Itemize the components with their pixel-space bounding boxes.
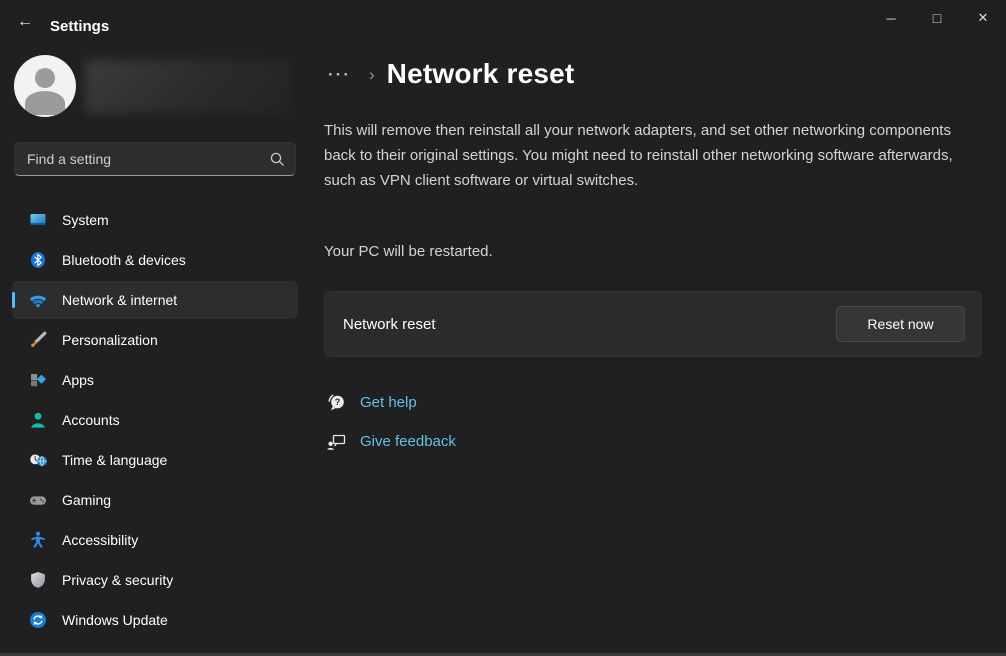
accounts-person-icon: [28, 410, 48, 430]
sidebar: System Bluetooth & devices Network & int…: [0, 44, 310, 653]
sidebar-item-accessibility[interactable]: Accessibility: [12, 520, 298, 560]
window-controls: ─ □ ✕: [868, 0, 1006, 36]
avatar[interactable]: [14, 55, 76, 117]
sidebar-item-label: Apps: [62, 372, 94, 388]
sidebar-item-label: Gaming: [62, 492, 111, 508]
search-icon: [269, 151, 285, 167]
sidebar-item-apps[interactable]: Apps: [12, 360, 298, 400]
sidebar-item-windows-update[interactable]: Windows Update: [12, 600, 298, 640]
back-button[interactable]: ←: [10, 8, 40, 36]
sidebar-item-gaming[interactable]: Gaming: [12, 480, 298, 520]
reset-now-button[interactable]: Reset now: [836, 306, 965, 342]
system-icon: [28, 210, 48, 230]
sidebar-item-system[interactable]: System: [12, 200, 298, 240]
main-content: ··· › Network reset This will remove the…: [310, 44, 1006, 653]
back-arrow-icon: ←: [17, 13, 33, 31]
user-name-redacted: [85, 60, 290, 113]
minimize-icon: ─: [886, 11, 895, 26]
breadcrumb-overflow-button[interactable]: ···: [324, 66, 355, 83]
network-reset-label: Network reset: [343, 316, 836, 333]
sidebar-item-bluetooth-devices[interactable]: Bluetooth & devices: [12, 240, 298, 280]
restart-note: Your PC will be restarted.: [324, 243, 493, 260]
get-help-label: Get help: [360, 394, 417, 411]
search-input[interactable]: [27, 151, 269, 167]
sidebar-item-label: Time & language: [62, 452, 167, 468]
time-language-icon: [28, 450, 48, 470]
apps-icon: [28, 370, 48, 390]
sidebar-item-label: Bluetooth & devices: [62, 252, 186, 268]
gaming-gamepad-icon: [28, 490, 48, 510]
app-title: Settings: [50, 18, 109, 35]
description-text: This will remove then reinstall all your…: [324, 118, 972, 193]
minimize-button[interactable]: ─: [868, 0, 914, 36]
svg-text:?: ?: [335, 397, 341, 407]
personalization-brush-icon: [28, 330, 48, 350]
network-wifi-icon: [28, 290, 48, 310]
close-button[interactable]: ✕: [960, 0, 1006, 36]
sidebar-item-label: System: [62, 212, 109, 228]
maximize-button[interactable]: □: [914, 0, 960, 36]
windows-update-icon: [28, 610, 48, 630]
bluetooth-icon: [28, 250, 48, 270]
sidebar-item-label: Privacy & security: [62, 572, 173, 588]
close-icon: ✕: [978, 10, 989, 26]
give-feedback-label: Give feedback: [360, 433, 456, 450]
avatar-torso: [25, 91, 65, 115]
sidebar-item-label: Accessibility: [62, 532, 138, 548]
network-reset-card: Network reset Reset now: [324, 291, 982, 357]
sidebar-item-time-language[interactable]: Time & language: [12, 440, 298, 480]
page-title: Network reset: [387, 58, 575, 90]
sidebar-nav: System Bluetooth & devices Network & int…: [12, 200, 298, 640]
sidebar-item-label: Network & internet: [62, 292, 177, 308]
settings-window: ← Settings ─ □ ✕: [0, 0, 1006, 656]
privacy-shield-icon: [28, 570, 48, 590]
give-feedback-icon: [326, 431, 347, 452]
get-help-icon: ?: [326, 392, 347, 413]
maximize-icon: □: [933, 10, 941, 26]
page-header: ··· › Network reset: [324, 58, 574, 90]
accessibility-person-icon: [28, 530, 48, 550]
give-feedback-link[interactable]: Give feedback: [326, 431, 456, 452]
avatar-head: [35, 68, 55, 88]
breadcrumb-chevron-icon: ›: [369, 66, 375, 83]
sidebar-item-personalization[interactable]: Personalization: [12, 320, 298, 360]
sidebar-item-accounts[interactable]: Accounts: [12, 400, 298, 440]
sidebar-item-privacy-security[interactable]: Privacy & security: [12, 560, 298, 600]
sidebar-item-network-internet[interactable]: Network & internet: [12, 281, 298, 319]
titlebar: ← Settings ─ □ ✕: [0, 0, 1006, 44]
search-box[interactable]: [14, 142, 296, 176]
sidebar-item-label: Windows Update: [62, 612, 168, 628]
get-help-link[interactable]: ? Get help: [326, 392, 417, 413]
sidebar-item-label: Accounts: [62, 412, 120, 428]
sidebar-item-label: Personalization: [62, 332, 158, 348]
